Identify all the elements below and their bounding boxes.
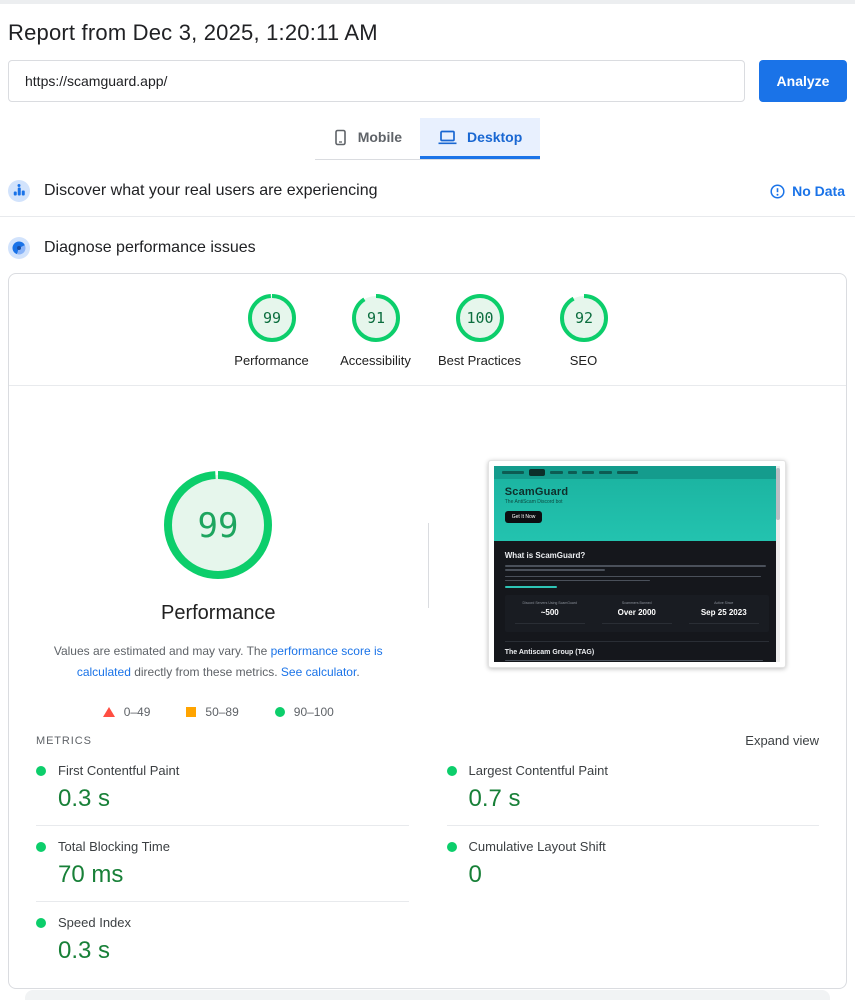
pass-circle-icon — [274, 707, 285, 717]
metric-lcp: Largest Contentful Paint 0.7 s — [446, 750, 820, 825]
metrics-caption: METRICS — [36, 734, 92, 747]
stat-label: Scammers Banned — [621, 600, 652, 605]
metric-tbt: Total Blocking Time 70 ms — [36, 825, 409, 901]
url-input[interactable] — [8, 60, 745, 102]
pass-dot-icon — [446, 765, 457, 776]
svg-text:92: 92 — [574, 309, 592, 327]
score-label: SEO — [569, 353, 598, 368]
legend-range: 0–49 — [123, 705, 151, 719]
svg-text:91: 91 — [366, 309, 384, 327]
performance-gauge-label: Performance — [161, 602, 276, 624]
metric-value: 70 ms — [58, 861, 124, 888]
section-divider — [0, 216, 855, 217]
final-screenshot-block: ScamGuard The AntiScam Discord bot Get I… — [428, 386, 847, 719]
page-top-strip — [0, 0, 855, 4]
see-calculator-link[interactable]: See calculator — [281, 665, 356, 679]
score-disclaimer: Values are estimated and may vary. The p… — [32, 641, 404, 683]
stat-label: Active Since — [714, 600, 734, 605]
vertical-divider — [427, 523, 429, 608]
run-info-bar: Captured at Dec 3, 2025, 1:20 AM PST Ini… — [25, 990, 830, 1000]
lab-section-header: Diagnose performance issues — [8, 237, 847, 259]
url-bar: Analyze — [8, 60, 847, 102]
performance-summary: 99 Performance Values are estimated and … — [9, 386, 846, 719]
lighthouse-report-card: 99 Performance 91 Accessibility 100 Best… — [8, 273, 847, 1000]
tab-mobile-label: Mobile — [357, 129, 403, 145]
performance-gauge: 99 — [164, 471, 273, 579]
diagnose-gauge-icon — [8, 237, 30, 259]
thumbnail-heading: What is ScamGuard? — [504, 551, 586, 560]
score-accessibility[interactable]: 91 Accessibility — [324, 292, 428, 368]
real-users-icon — [8, 180, 30, 202]
score-label: Best Practices — [437, 353, 522, 368]
metric-name: Largest Contentful Paint — [468, 763, 608, 778]
crux-section-header: Discover what your real users are experi… — [8, 180, 847, 202]
thumbnail-cta-button: Get It Now — [504, 511, 543, 523]
fail-triangle-icon — [102, 707, 115, 717]
desktop-laptop-icon — [438, 130, 457, 144]
page-title: Report from Dec 3, 2025, 1:20:11 AM — [8, 20, 378, 45]
thumbnail-site-title: ScamGuard — [504, 486, 569, 498]
info-icon — [770, 183, 785, 199]
pass-dot-icon — [446, 841, 457, 852]
expand-view-button[interactable]: Expand view — [745, 733, 819, 748]
svg-text:99: 99 — [262, 309, 280, 327]
score-seo[interactable]: 92 SEO — [532, 292, 636, 368]
category-scores-row: 99 Performance 91 Accessibility 100 Best… — [9, 274, 846, 368]
mobile-phone-icon — [334, 129, 346, 145]
stat-label: Discord Servers Using ScamGuard — [522, 600, 577, 605]
metric-value: 0 — [468, 861, 482, 888]
metrics-grid: First Contentful Paint 0.3 s Total Block… — [9, 748, 846, 977]
metrics-header: METRICS Expand view — [9, 719, 846, 748]
stat-value: Over 2000 — [617, 607, 656, 617]
thumbnail-hero: ScamGuard The AntiScam Discord bot Get I… — [493, 479, 780, 541]
metric-speed-index: Speed Index 0.3 s — [36, 901, 409, 977]
stat-value: ~500 — [540, 607, 559, 617]
metrics-left-column: First Contentful Paint 0.3 s Total Block… — [36, 750, 409, 977]
metric-name: Cumulative Layout Shift — [468, 839, 606, 854]
metric-cls: Cumulative Layout Shift 0 — [446, 825, 819, 901]
score-performance[interactable]: 99 Performance — [220, 292, 324, 368]
tab-desktop-label: Desktop — [467, 129, 523, 145]
device-tabs: Mobile Desktop — [0, 118, 855, 160]
thumbnail-body: What is ScamGuard? Discord Servers Using… — [494, 541, 780, 662]
score-label: Performance — [234, 353, 309, 368]
no-data-label: No Data — [792, 183, 845, 199]
metric-fcp: First Contentful Paint 0.3 s — [36, 750, 409, 825]
analyze-button[interactable]: Analyze — [759, 60, 847, 102]
tab-desktop[interactable]: Desktop — [420, 118, 541, 159]
disclaimer-text: . — [356, 665, 360, 679]
thumbnail-navbar — [493, 466, 780, 479]
metric-value: 0.3 s — [58, 785, 111, 812]
metric-name: First Contentful Paint — [58, 763, 180, 778]
pass-dot-icon — [36, 765, 46, 776]
metric-name: Total Blocking Time — [58, 839, 170, 854]
pass-dot-icon — [36, 917, 46, 928]
metric-value: 0.7 s — [468, 785, 521, 812]
thumbnail-stats: Discord Servers Using ScamGuard ~500 Scam… — [504, 594, 769, 632]
stat-value: Sep 25 2023 — [700, 607, 747, 617]
metric-value: 0.3 s — [58, 937, 111, 964]
metric-name: Speed Index — [58, 915, 132, 930]
no-data-link[interactable]: No Data — [770, 183, 845, 199]
thumbnail-heading: The Antiscam Group (TAG) — [504, 648, 595, 656]
performance-gauge-block: 99 Performance Values are estimated and … — [9, 386, 428, 719]
score-best-practices[interactable]: 100 Best Practices — [428, 292, 532, 368]
score-label: Accessibility — [340, 353, 411, 368]
pass-dot-icon — [36, 841, 46, 852]
thumbnail-site-subtitle: The AntiScam Discord bot — [504, 499, 563, 505]
thumbnail-scrollbar-thumb — [775, 468, 780, 520]
page-screenshot-thumbnail: ScamGuard The AntiScam Discord bot Get I… — [487, 460, 786, 668]
metrics-right-column: Largest Contentful Paint 0.7 s Cumulativ… — [446, 750, 820, 977]
legend-range: 90–100 — [293, 705, 334, 719]
crux-section-title: Discover what your real users are experi… — [44, 182, 378, 199]
legend-range: 50–89 — [205, 705, 239, 719]
tab-mobile[interactable]: Mobile — [315, 118, 420, 159]
average-square-icon — [186, 707, 197, 717]
disclaimer-text: Values are estimated and may vary. The — [53, 644, 271, 658]
svg-text:100: 100 — [466, 309, 493, 327]
disclaimer-text: directly from these metrics. — [130, 665, 281, 679]
lab-section-title: Diagnose performance issues — [44, 239, 256, 256]
score-legend: 0–49 50–89 90–100 — [102, 705, 334, 719]
svg-text:99: 99 — [198, 506, 239, 546]
